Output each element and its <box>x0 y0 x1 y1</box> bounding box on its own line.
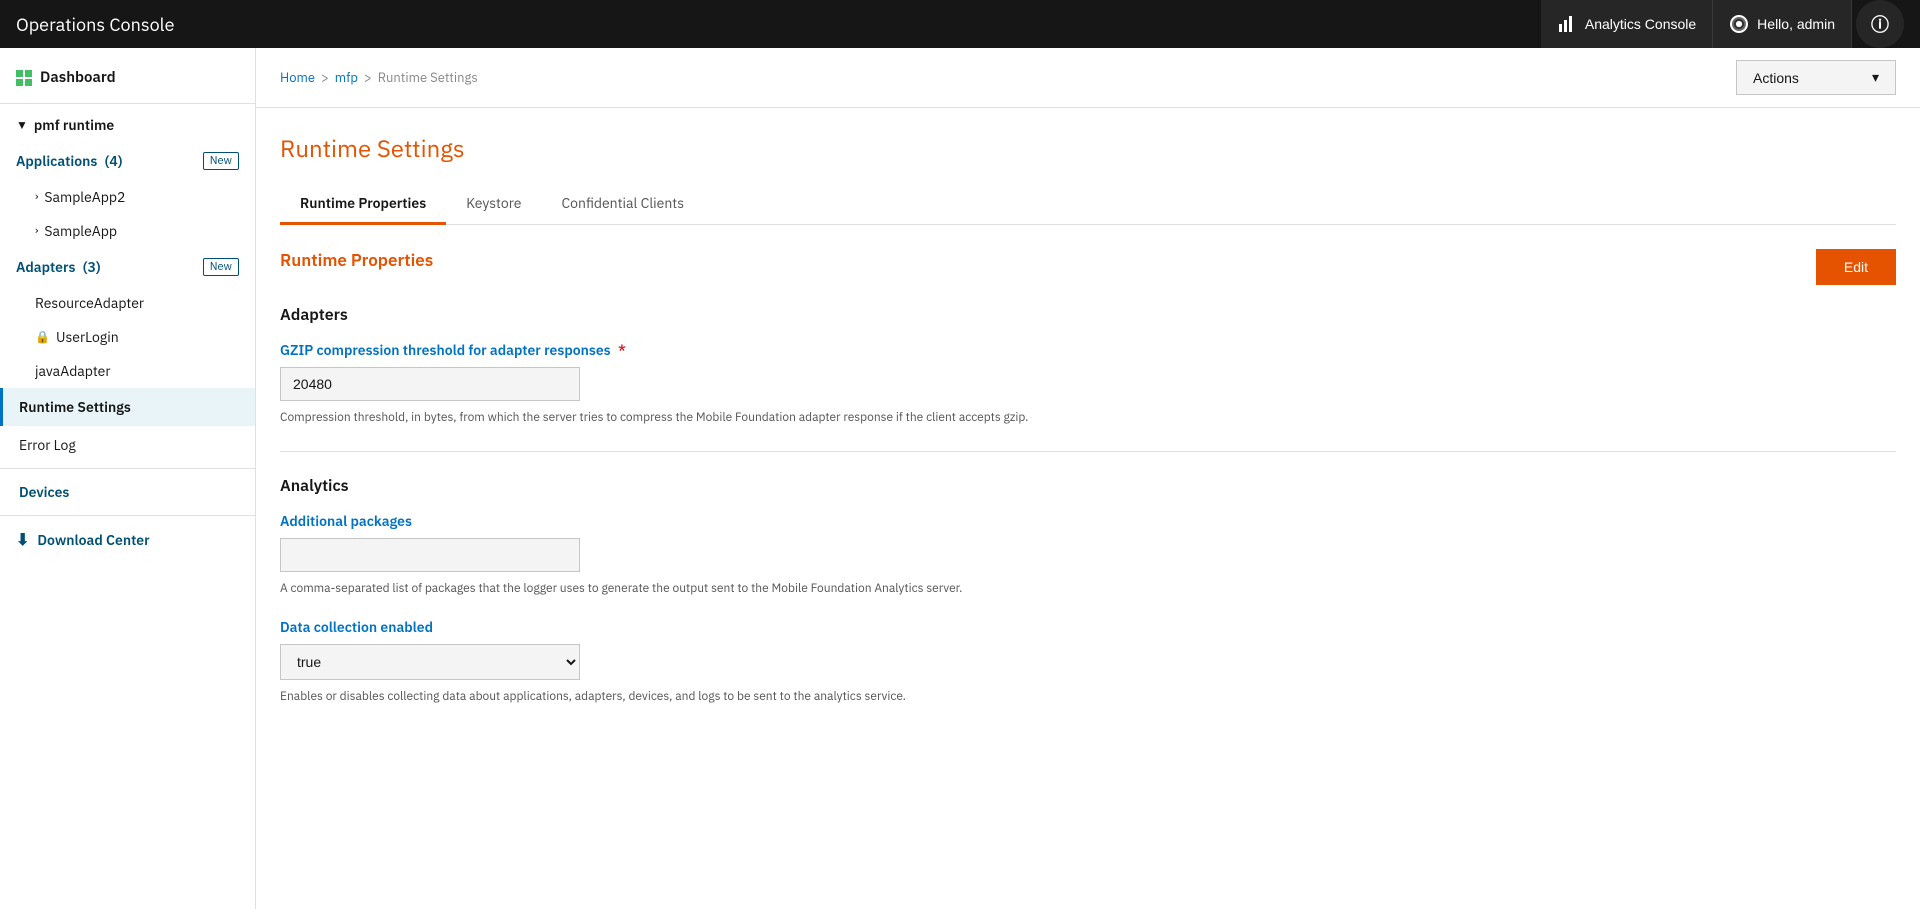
sidebar-item-download-center[interactable]: ⬇ Download Center <box>0 520 255 560</box>
sidebar-item-javaadapter[interactable]: javaAdapter <box>0 354 255 388</box>
tab-runtime-properties[interactable]: Runtime Properties <box>280 184 446 225</box>
chevron-right-icon: › <box>35 224 38 238</box>
lock-icon: 🔒 <box>35 330 50 345</box>
additional-packages-label: Additional packages <box>280 512 1896 530</box>
gzip-field-label: GZIP compression threshold for adapter r… <box>280 341 1896 359</box>
gzip-input[interactable] <box>280 367 580 401</box>
app-title: Operations Console <box>16 13 1541 36</box>
tab-confidential-clients[interactable]: Confidential Clients <box>541 184 704 225</box>
adapters-new-badge[interactable]: New <box>203 258 239 276</box>
page-body: Runtime Settings Runtime Properties Keys… <box>256 108 1920 750</box>
sidebar-item-resourceadapter[interactable]: ResourceAdapter <box>0 286 255 320</box>
actions-label: Actions <box>1753 70 1799 86</box>
additional-packages-input[interactable] <box>280 538 580 572</box>
section-divider <box>280 451 1896 452</box>
devices-label: Devices <box>19 483 69 501</box>
data-collection-select[interactable]: true false <box>280 644 580 680</box>
breadcrumb-sep1: > <box>321 69 329 86</box>
runtime-properties-title: Runtime Properties <box>280 249 433 271</box>
download-icon: ⬇ <box>16 530 29 550</box>
sidebar-divider-1 <box>0 103 255 104</box>
data-collection-hint: Enables or disables collecting data abou… <box>280 688 1180 706</box>
breadcrumb-home[interactable]: Home <box>280 69 315 86</box>
top-nav-right: Analytics Console Hello, admin ⓘ <box>1541 0 1904 48</box>
info-button[interactable]: ⓘ <box>1856 0 1904 48</box>
main-content: Home > mfp > Runtime Settings Actions ▾ … <box>256 48 1920 909</box>
gzip-required: * <box>618 341 626 359</box>
sidebar-item-sampleapp2[interactable]: › SampleApp2 <box>0 180 255 214</box>
chevron-down-icon: ▼ <box>16 118 28 133</box>
chevron-right-icon: › <box>35 190 38 204</box>
analytics-subsection: Analytics Additional packages A comma-se… <box>280 476 1896 706</box>
sidebar-item-pmf-runtime[interactable]: ▼ pmf runtime <box>0 108 255 142</box>
dashboard-label: Dashboard <box>40 68 116 87</box>
tabs: Runtime Properties Keystore Confidential… <box>280 184 1896 225</box>
download-center-label: Download Center <box>37 531 149 549</box>
chevron-down-icon: ▾ <box>1872 69 1879 86</box>
runtime-settings-label: Runtime Settings <box>19 398 131 416</box>
sidebar-item-devices[interactable]: Devices <box>0 473 255 511</box>
sidebar-item-userlogin[interactable]: 🔒 UserLogin <box>0 320 255 354</box>
settings-icon <box>1729 14 1749 34</box>
adapters-label: Adapters (3) <box>16 258 101 276</box>
data-collection-label: Data collection enabled <box>280 618 1896 636</box>
sidebar-section-adapters[interactable]: Adapters (3) New <box>0 248 255 286</box>
breadcrumb-current: Runtime Settings <box>378 69 478 86</box>
breadcrumb-sep2: > <box>364 69 372 86</box>
sidebar-divider-2 <box>0 468 255 469</box>
analytics-console-label: Analytics Console <box>1585 16 1696 32</box>
gzip-hint: Compression threshold, in bytes, from wh… <box>280 409 1180 427</box>
applications-label: Applications (4) <box>16 152 122 170</box>
info-icon: ⓘ <box>1871 11 1889 37</box>
breadcrumb-bar: Home > mfp > Runtime Settings Actions ▾ <box>256 48 1920 108</box>
pmf-runtime-label: pmf runtime <box>34 116 114 134</box>
sidebar-item-runtime-settings[interactable]: Runtime Settings <box>0 388 255 426</box>
additional-packages-hint: A comma-separated list of packages that … <box>280 580 1180 598</box>
tab-keystore[interactable]: Keystore <box>446 184 541 225</box>
actions-dropdown[interactable]: Actions ▾ <box>1736 60 1896 95</box>
error-log-label: Error Log <box>19 436 76 454</box>
page-title: Runtime Settings <box>280 132 1896 164</box>
sidebar-item-dashboard[interactable]: Dashboard <box>0 56 255 99</box>
edit-button[interactable]: Edit <box>1816 249 1896 285</box>
sidebar-divider-3 <box>0 515 255 516</box>
breadcrumb: Home > mfp > Runtime Settings <box>280 69 478 86</box>
analytics-icon <box>1557 14 1577 34</box>
top-navigation: Operations Console Analytics Console Hel <box>0 0 1920 48</box>
breadcrumb-mfp[interactable]: mfp <box>335 69 358 86</box>
applications-new-badge[interactable]: New <box>203 152 239 170</box>
sidebar-item-sampleapp[interactable]: › SampleApp <box>0 214 255 248</box>
sidebar: Dashboard ▼ pmf runtime Applications (4)… <box>0 48 256 909</box>
main-layout: Dashboard ▼ pmf runtime Applications (4)… <box>0 48 1920 909</box>
hello-admin-label: Hello, admin <box>1757 16 1835 32</box>
runtime-properties-header: Runtime Properties Edit <box>280 249 1896 285</box>
analytics-console-button[interactable]: Analytics Console <box>1541 0 1713 48</box>
dashboard-icon <box>16 70 32 86</box>
sidebar-section-applications[interactable]: Applications (4) New <box>0 142 255 180</box>
sidebar-item-error-log[interactable]: Error Log <box>0 426 255 464</box>
adapters-subsection-title: Adapters <box>280 305 1896 325</box>
adapters-subsection: Adapters GZIP compression threshold for … <box>280 305 1896 427</box>
hello-admin-button[interactable]: Hello, admin <box>1713 0 1852 48</box>
analytics-subsection-title: Analytics <box>280 476 1896 496</box>
